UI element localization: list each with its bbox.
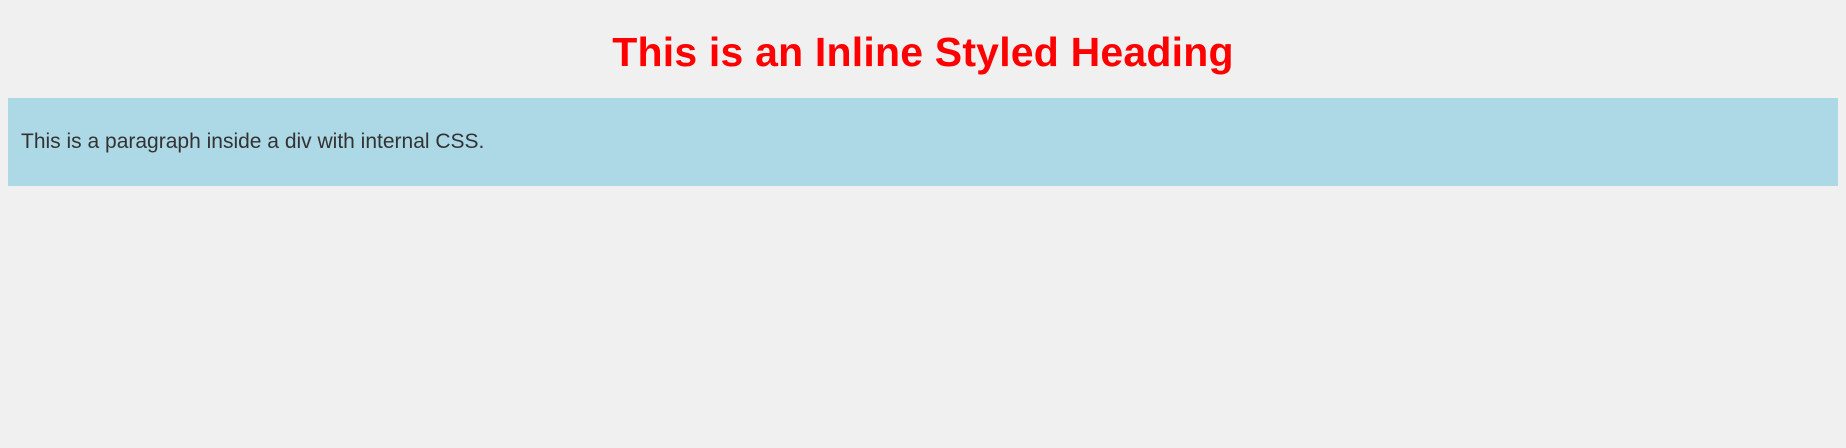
page-root: This is an Inline Styled Heading This is… (0, 0, 1846, 194)
styled-content-box: This is a paragraph inside a div with in… (8, 98, 1838, 186)
content-paragraph: This is a paragraph inside a div with in… (21, 130, 485, 153)
page-heading: This is an Inline Styled Heading (612, 29, 1234, 75)
